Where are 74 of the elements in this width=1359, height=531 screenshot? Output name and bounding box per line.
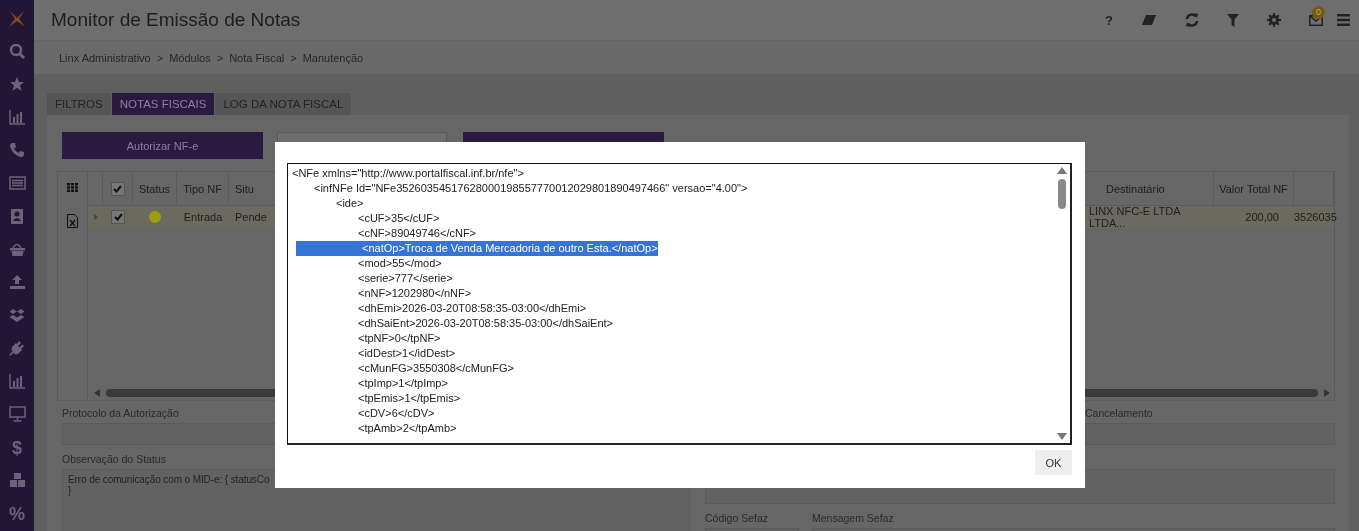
breadcrumb-link[interactable]: Linx Administrativo [59,51,151,64]
list-icon[interactable] [8,175,26,192]
menu-glyph[interactable]: % [9,503,25,524]
field-label: Código Sefaz [705,512,769,526]
code-line: <tpEmis>1</tpEmis> [358,392,461,404]
checkbox[interactable] [110,181,125,196]
code-line: <dhSaiEnt>2026-03-20T08:58:35-03:00</dhSaiEnt> [358,317,614,329]
code-line: <ide> [336,197,364,209]
code-line: <cDV>6</cDV> [358,407,435,419]
ok-button[interactable]: OK [1035,450,1072,475]
breadcrumb-link[interactable]: Manutenção [302,51,364,64]
breadcrumb-separator: > [290,51,297,64]
authorize-button[interactable]: Autorizar NF-e [62,132,263,159]
settings-icon[interactable] [1267,13,1281,27]
breadcrumb-separator: > [156,51,164,64]
code-line: <NFe xmlns="http://www.portalfiscal.inf.br/nfe"> [292,167,524,179]
mail-icon[interactable] [1309,14,1323,26]
bar-chart-icon[interactable] [8,109,26,126]
phone-icon[interactable] [8,142,26,159]
eraser-icon[interactable] [1141,14,1157,26]
breadcrumb-link[interactable]: Nota Fiscal [229,51,285,64]
code-line: <cNF>89049746</cNF> [358,227,477,239]
monitor-icon[interactable] [8,406,26,423]
code-line: <dhEmi>2026-03-20T08:58:35-03:00</dhEmi> [358,302,587,314]
check-icon [113,213,123,221]
column-header[interactable]: Tipo NF [177,172,229,205]
checkbox[interactable] [111,210,125,224]
column-header[interactable]: Status [133,172,177,205]
grid-icon[interactable] [67,183,78,192]
table-cell-text: 200,00 [1244,210,1280,225]
tab[interactable]: NOTAS FISCAIS [111,93,215,115]
code-line: <tpAmb>2</tpAmb> [358,422,457,434]
spreadsheet-export-icon[interactable] [67,214,78,228]
table-cell-text: Entrada [182,210,224,225]
code-line: <idDest>1</idDest> [358,347,456,359]
contact-card-icon[interactable] [8,208,26,225]
notification-badge: 0 [1312,5,1325,19]
code-line: <cMunFG>3550308</cMunFG> [358,362,514,374]
logo-icon[interactable] [8,8,26,29]
code-line: <tpNF>0</tpNF> [358,332,441,344]
help-button[interactable]: ? [1105,12,1113,28]
page-title: Monitor de Emissão de Notas [51,9,301,31]
code-line: <tpImp>1</tpImp> [358,377,448,389]
field-label: Mensagem Sefaz [812,512,894,526]
column-header[interactable]: Valor Total NF [1214,172,1294,205]
search-icon[interactable] [8,43,26,60]
cubes-icon[interactable] [8,472,26,489]
menu-glyph[interactable]: $ [12,437,22,458]
field-label: Observação do Status [62,453,166,467]
boxes-icon[interactable] [8,307,26,324]
breadcrumb-link[interactable]: Módulos [169,51,211,64]
basket-icon[interactable] [8,241,26,258]
xml-text-area[interactable] [287,163,1072,445]
code-line: <cUF>35</cUF> [358,212,440,224]
menu-icon[interactable] [1337,14,1350,26]
field-label: Protocolo da Autorização [62,407,179,421]
bar-chart-icon[interactable] [8,373,26,390]
upload-icon[interactable] [8,274,26,291]
refresh-icon[interactable] [1185,13,1199,27]
filter-icon[interactable] [1227,13,1239,27]
input-field[interactable] [1085,423,1335,445]
table-cell-text: LINX NFC-E LTDA LTDA... [1088,206,1182,228]
column-header[interactable]: Situ [229,172,269,205]
check-icon [113,184,122,193]
field-label: Cancelamento [1085,407,1153,421]
code-line: <infNFe Id="NFe35260354517628000198557770012029801890497466" versao="4.00"> [314,182,748,194]
code-line: <nNF>1202980</nNF> [358,287,472,299]
code-line: <mod>55</mod> [358,257,442,269]
breadcrumb-separator: > [216,51,224,64]
plug-icon[interactable] [8,340,26,357]
star-icon[interactable] [8,76,26,93]
expand-arrow-icon[interactable] [93,214,98,220]
table-cell-text: Pende [234,210,268,225]
code-line: <serie>777</serie> [358,272,453,284]
